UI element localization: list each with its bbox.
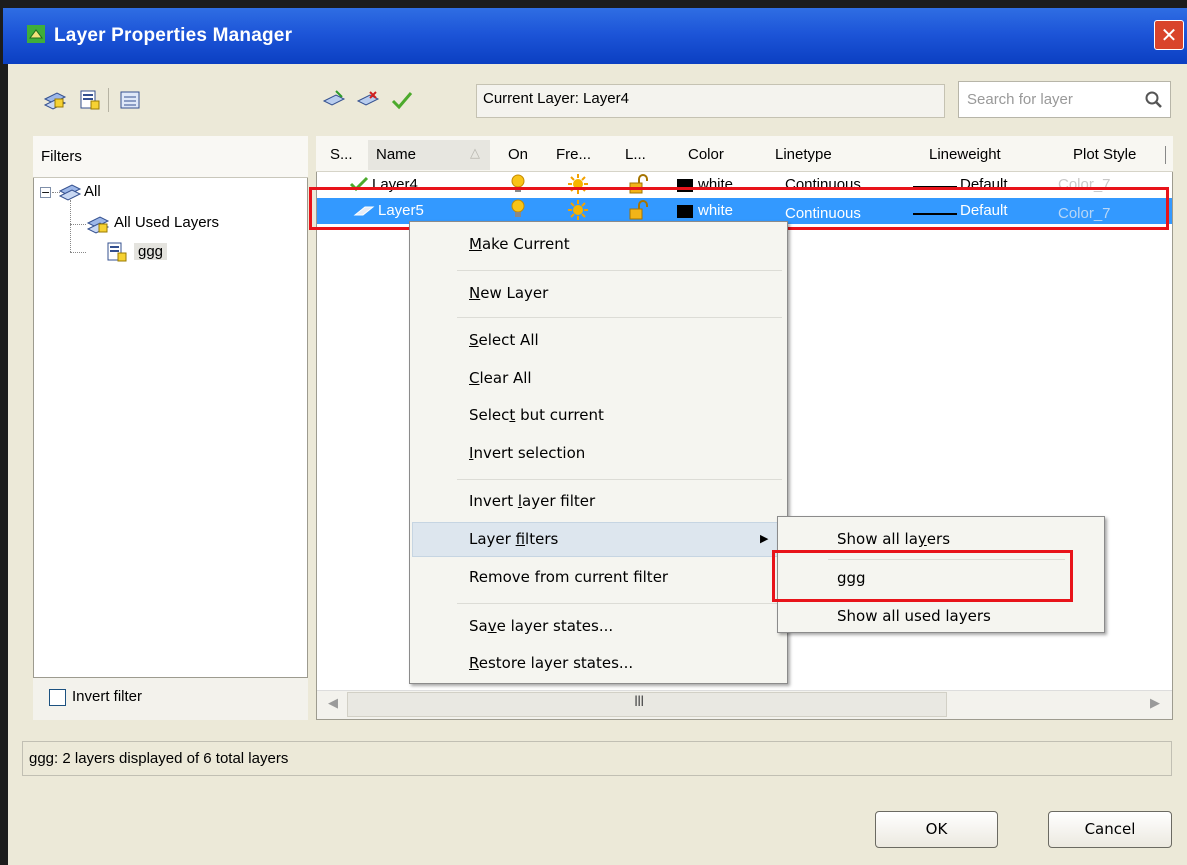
new-layer-icon[interactable] [322, 89, 346, 111]
col-color[interactable]: Color [688, 146, 724, 163]
menu-item-layer-filters[interactable]: Layer filters [469, 530, 558, 548]
menu-item-invert-layer-filter[interactable]: Invert layer filter [469, 492, 595, 510]
window-title: Layer Properties Manager [54, 25, 293, 46]
search-icon[interactable] [1144, 90, 1164, 110]
used-layers-filter-icon [86, 216, 110, 234]
submenu-item-show-all-used-layers[interactable]: Show all used layers [837, 607, 991, 625]
collapse-toggle-icon[interactable]: − [40, 187, 51, 198]
toolbar-divider [108, 88, 109, 112]
all-layers-icon [58, 184, 82, 201]
scroll-thumb[interactable] [347, 692, 947, 717]
menu-label-part: Sa [469, 617, 488, 635]
menu-label-rest: ew Layer [480, 284, 549, 302]
submenu-label-part: Show all la [837, 530, 918, 548]
col-lineweight[interactable]: Lineweight [929, 146, 1001, 163]
ok-button[interactable]: OK [875, 811, 998, 848]
menu-label-rest: but current [515, 406, 604, 424]
col-on[interactable]: On [508, 146, 528, 163]
filters-header: Filters [33, 136, 308, 178]
menu-item-select-but-current[interactable]: Select but current [469, 406, 604, 424]
menu-label-part: Invert [469, 492, 518, 510]
status-bar: ggg: 2 layers displayed of 6 total layer… [22, 741, 1172, 776]
scroll-grip: III [634, 694, 644, 710]
tree-line [70, 224, 86, 225]
layer-states-manager-icon[interactable] [118, 89, 142, 111]
tree-line [70, 252, 86, 253]
delete-layer-icon[interactable] [356, 89, 380, 111]
submenu-arrow-icon: ▶ [760, 532, 769, 545]
menu-label-rest: lear All [479, 369, 532, 387]
tree-item-all[interactable]: All [84, 183, 101, 200]
set-current-icon[interactable] [390, 89, 414, 111]
menu-separator [457, 479, 782, 480]
menu-label-rest: ilters [525, 530, 559, 548]
invert-filter-label: Invert filter [72, 688, 143, 705]
new-group-filter-icon[interactable] [78, 89, 102, 111]
column-divider [1165, 146, 1166, 164]
menu-label-part: Selec [469, 406, 510, 424]
col-name[interactable]: Name [376, 146, 416, 163]
col-status[interactable]: S... [330, 146, 353, 163]
menu-separator [457, 317, 782, 318]
menu-item-make-current[interactable]: Make Current [469, 235, 570, 253]
scroll-left-icon[interactable]: ◀ [328, 696, 338, 711]
new-property-filter-icon[interactable] [43, 89, 67, 111]
close-button[interactable]: ✕ [1154, 20, 1184, 50]
menu-label-make-current-rest: ake Current [481, 235, 570, 253]
highlight-frame-submenu [772, 550, 1073, 602]
group-filter-icon [107, 242, 127, 262]
menu-item-remove-from-filter[interactable]: Remove from current filter [469, 568, 668, 586]
menu-item-select-all[interactable]: Select All [469, 331, 539, 349]
search-input[interactable]: Search for layer [958, 81, 1171, 118]
menu-item-save-layer-states[interactable]: Save layer states... [469, 617, 613, 635]
menu-label-rest: estore layer states... [478, 654, 634, 672]
col-plot-style[interactable]: Plot Style [1073, 146, 1136, 163]
submenu-item-show-all-layers[interactable]: Show all layers [837, 530, 950, 548]
menu-label-rest: elect All [478, 331, 539, 349]
current-layer-display: Current Layer: Layer4 [476, 84, 945, 118]
tree-item-ggg[interactable]: ggg [134, 243, 168, 260]
menu-separator [457, 270, 782, 271]
menu-item-clear-all[interactable]: Clear All [469, 369, 532, 387]
menu-item-highlight [412, 522, 784, 557]
menu-item-new-layer[interactable]: New Layer [469, 284, 548, 302]
menu-label-rest: nvert selection [473, 444, 586, 462]
menu-separator [457, 603, 782, 604]
col-lock[interactable]: L... [625, 146, 646, 163]
context-menu [409, 221, 788, 684]
submenu-label-rest: ers [926, 530, 951, 548]
sort-ascending-icon: △ [470, 146, 480, 161]
menu-label-rest: e layer states... [496, 617, 614, 635]
menu-label-rest: ayer filter [522, 492, 596, 510]
scroll-right-icon[interactable]: ▶ [1150, 696, 1160, 711]
tree-line [70, 200, 71, 252]
invert-filter-checkbox[interactable] [49, 689, 66, 706]
menu-item-restore-layer-states[interactable]: Restore layer states... [469, 654, 633, 672]
tree-item-all-used-layers[interactable]: All Used Layers [114, 214, 219, 231]
layers-app-icon [27, 25, 45, 43]
cancel-button[interactable]: Cancel [1048, 811, 1172, 848]
col-linetype[interactable]: Linetype [775, 146, 832, 163]
col-freeze[interactable]: Fre... [556, 146, 591, 163]
menu-label-part: Layer [469, 530, 516, 548]
menu-item-invert-selection[interactable]: Invert selection [469, 444, 585, 462]
